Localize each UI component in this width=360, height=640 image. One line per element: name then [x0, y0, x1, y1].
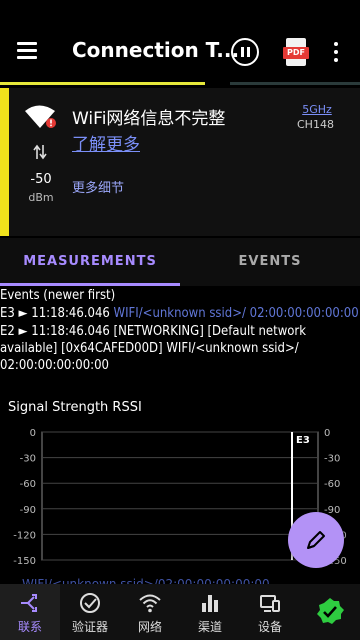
- edit-pen-icon: [307, 531, 325, 549]
- y-tick-label-right: -30: [324, 454, 340, 465]
- warning-stripe: [0, 88, 9, 236]
- event-time: 11:18:46.046: [31, 324, 110, 339]
- bottom-navigation: 联系 验证器 网络 渠道 设备: [0, 584, 360, 640]
- rssi-value: -50: [30, 172, 52, 187]
- devices-icon: [260, 595, 280, 612]
- pdf-export-button[interactable]: PDF: [283, 38, 309, 66]
- more-options-icon[interactable]: [333, 42, 339, 62]
- verified-badge-icon: [317, 598, 344, 624]
- wifi-signal-icon: [25, 105, 56, 128]
- nav-label: 渠道: [197, 620, 222, 634]
- event-id: E3 ►: [0, 306, 28, 321]
- y-tick-label-left: -90: [20, 505, 36, 516]
- nav-item-validator[interactable]: 验证器: [60, 584, 120, 640]
- pause-button[interactable]: [231, 38, 259, 66]
- app-bar: Connection T... PDF: [0, 0, 360, 86]
- rssi-unit: dBm: [28, 191, 54, 204]
- progress-track: [230, 82, 360, 85]
- event-marker-label: E3: [296, 435, 310, 446]
- more-details-link[interactable]: 更多细节: [72, 177, 124, 196]
- nav-item-contact[interactable]: 联系: [0, 584, 60, 640]
- up-down-arrows-icon: [33, 144, 47, 160]
- menu-icon[interactable]: [17, 42, 39, 60]
- event-time: 11:18:46.046: [31, 306, 110, 321]
- pdf-label: PDF: [283, 47, 309, 59]
- active-tab-indicator: [0, 283, 180, 286]
- nav-item-verified[interactable]: [300, 584, 360, 640]
- edit-fab-button[interactable]: [288, 512, 344, 568]
- nav-item-devices[interactable]: 设备: [240, 584, 300, 640]
- check-circle-icon: [80, 593, 100, 613]
- nav-label: 网络: [137, 620, 162, 634]
- nav-label: 设备: [257, 620, 282, 634]
- connection-info-card: -50 dBm WiFi网络信息不完整 了解更多 更多细节 5GHz CH148: [0, 88, 360, 236]
- y-tick-label-left: -150: [13, 556, 36, 567]
- chart-title: Signal Strength RSSI: [8, 400, 142, 415]
- app-title: Connection T...: [72, 38, 240, 62]
- tab-events[interactable]: EVENTS: [180, 238, 360, 286]
- progress-indicator: [0, 82, 205, 85]
- y-tick-label-left: 0: [30, 428, 36, 439]
- learn-more-link[interactable]: 了解更多: [72, 130, 140, 155]
- share-arrows-icon: [21, 594, 37, 612]
- y-tick-label-left: -120: [13, 530, 36, 541]
- wifi-warning-text: WiFi网络信息不完整: [72, 109, 226, 129]
- events-log: Events (newer first) E3 ► 11:18:46.046 W…: [0, 287, 360, 387]
- y-tick-label-left: -60: [20, 479, 36, 490]
- y-tick-label-left: -30: [20, 454, 36, 465]
- event-entry: E3 ► 11:18:46.046 WIFI/<unknown ssid>/ 0…: [0, 305, 360, 322]
- wifi-icon: [139, 594, 161, 613]
- nav-label: 联系: [17, 620, 42, 634]
- band-link[interactable]: 5GHz: [300, 103, 334, 116]
- y-tick-label-right: 0: [324, 428, 330, 439]
- event-id: E2 ►: [0, 324, 28, 339]
- nav-item-network[interactable]: 网络: [120, 584, 180, 640]
- channel-label: CH148: [297, 118, 334, 131]
- event-entry: E2 ► 11:18:46.046 [NETWORKING] [Default …: [0, 323, 360, 374]
- event-ssid: WIFI/<unknown ssid>/ 02:00:00:00:00:00: [113, 306, 359, 321]
- nav-item-channels[interactable]: 渠道: [180, 584, 240, 640]
- plot-frame: [41, 431, 319, 561]
- nav-label: 验证器: [71, 620, 108, 634]
- bar-chart-icon: [202, 595, 218, 612]
- tab-bar: MEASUREMENTS EVENTS: [0, 238, 360, 286]
- y-tick-label-right: -60: [324, 479, 340, 490]
- events-title: Events (newer first): [0, 288, 116, 303]
- tab-measurements[interactable]: MEASUREMENTS: [0, 238, 180, 286]
